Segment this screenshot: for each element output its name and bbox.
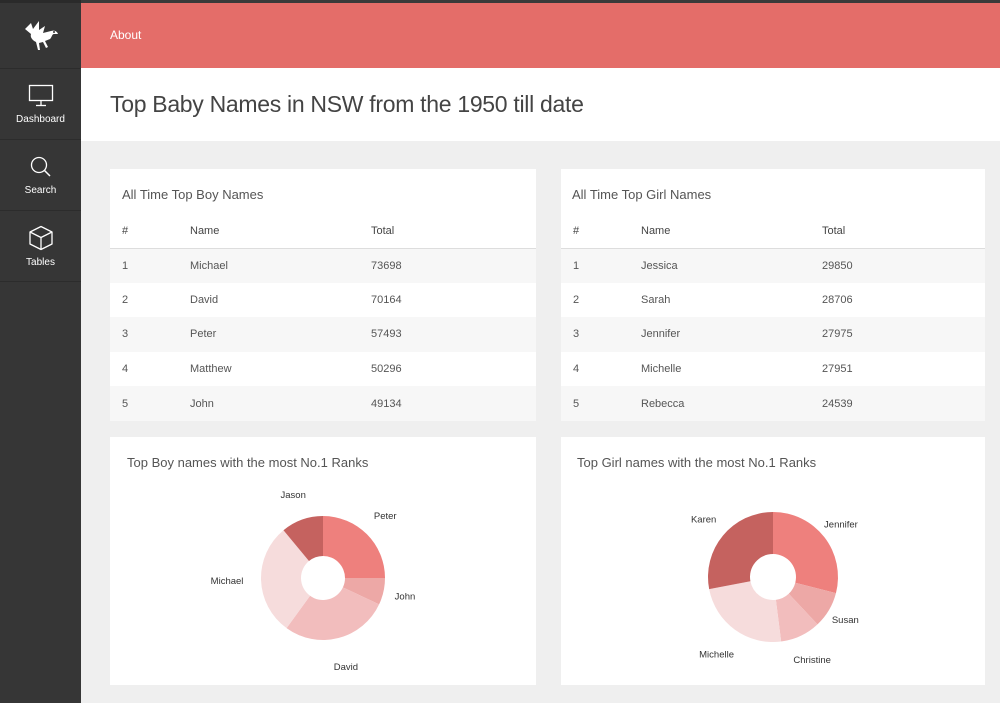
table-row[interactable]: 4 Matthew 50296 bbox=[110, 352, 536, 387]
slice-label: Jason bbox=[281, 490, 306, 501]
top-bar: About bbox=[81, 0, 1000, 68]
total-cell: 70164 bbox=[371, 293, 402, 306]
name-cell: Matthew bbox=[190, 363, 232, 376]
card-title: All Time Top Boy Names bbox=[122, 187, 264, 202]
total-cell: 57493 bbox=[371, 317, 536, 352]
pie-slice-peter[interactable] bbox=[323, 516, 385, 578]
name-cell: John bbox=[190, 386, 371, 421]
title-bar: Top Baby Names in NSW from the 1950 till… bbox=[81, 68, 1000, 141]
boy-names-card: All Time Top Boy Names # Name Total 1 Mi… bbox=[110, 169, 536, 421]
slice-label: Karen bbox=[691, 515, 716, 526]
column-header: Total bbox=[371, 214, 536, 249]
total-cell: 29850 bbox=[822, 248, 985, 283]
logo[interactable] bbox=[0, 3, 81, 69]
total-cell: 28706 bbox=[822, 293, 853, 306]
total-cell: 24539 bbox=[822, 386, 985, 421]
table-row[interactable]: 2 Sarah 28706 bbox=[561, 283, 985, 318]
slice-label: Christine bbox=[793, 655, 831, 666]
slice-label: John bbox=[395, 591, 416, 602]
about-link[interactable]: About bbox=[110, 28, 141, 42]
column-header: # bbox=[561, 214, 641, 249]
rank-cell: 3 bbox=[561, 317, 641, 352]
sidebar-item-label: Tables bbox=[26, 256, 55, 268]
boy-ranks-donut-chart: Peter John David Michael Jason bbox=[211, 490, 416, 673]
boy-names-table: # Name Total 1 Michael 73698 2 David 701… bbox=[110, 214, 536, 421]
table-header-row: # Name Total bbox=[561, 214, 985, 249]
table-row[interactable]: 3 Peter 57493 bbox=[110, 317, 536, 352]
slice-label: Peter bbox=[374, 511, 397, 522]
pie-slice-michelle[interactable] bbox=[709, 581, 782, 642]
rank-cell: 1 bbox=[561, 248, 641, 283]
table-row[interactable]: 4 Michelle 27951 bbox=[561, 352, 985, 387]
sidebar: Dashboard Search Tables bbox=[0, 0, 81, 703]
name-cell: Rebecca bbox=[641, 386, 822, 421]
rank-cell: 2 bbox=[122, 293, 129, 306]
name-cell: Michelle bbox=[641, 363, 682, 376]
rank-cell: 2 bbox=[573, 293, 580, 306]
girl-names-table: # Name Total 1 Jessica 29850 2 Sarah 287… bbox=[561, 214, 985, 421]
rank-cell: 5 bbox=[110, 386, 190, 421]
sidebar-item-label: Search bbox=[24, 184, 57, 196]
table-row[interactable]: 5 Rebecca 24539 bbox=[561, 386, 985, 421]
table-row[interactable]: 1 Jessica 29850 bbox=[561, 248, 985, 283]
table-header-row: # Name Total bbox=[110, 214, 536, 249]
column-header: # bbox=[110, 214, 190, 249]
table-row[interactable]: 3 Jennifer 27975 bbox=[561, 317, 985, 352]
rank-cell: 1 bbox=[110, 248, 190, 283]
table-row[interactable]: 2 David 70164 bbox=[110, 283, 536, 318]
table-row[interactable]: 1 Michael 73698 bbox=[110, 248, 536, 283]
sidebar-item-search[interactable]: Search bbox=[0, 140, 81, 211]
total-cell: 27975 bbox=[822, 317, 985, 352]
name-cell: Jennifer bbox=[641, 317, 822, 352]
name-cell: Peter bbox=[190, 317, 371, 352]
stork-icon bbox=[24, 20, 58, 50]
girl-ranks-chart-card: Top Girl names with the most No.1 Ranks … bbox=[561, 437, 985, 685]
monitor-icon bbox=[28, 84, 53, 106]
slice-label: David bbox=[334, 662, 358, 673]
rank-cell: 5 bbox=[561, 386, 641, 421]
pie-slice-karen[interactable] bbox=[708, 512, 773, 590]
sidebar-item-label: Dashboard bbox=[16, 113, 65, 125]
rank-cell: 4 bbox=[122, 363, 129, 376]
name-cell: David bbox=[190, 293, 219, 306]
search-icon bbox=[30, 156, 51, 177]
rank-cell: 4 bbox=[573, 363, 580, 376]
card-title: All Time Top Girl Names bbox=[572, 187, 712, 202]
total-cell: 49134 bbox=[371, 386, 536, 421]
girl-names-card: All Time Top Girl Names # Name Total 1 J… bbox=[561, 169, 985, 421]
column-header: Total bbox=[822, 214, 985, 249]
name-cell: Sarah bbox=[641, 293, 671, 306]
slice-label: Susan bbox=[832, 615, 859, 626]
total-cell: 50296 bbox=[371, 363, 402, 376]
table-row[interactable]: 5 John 49134 bbox=[110, 386, 536, 421]
name-cell: Michael bbox=[190, 248, 371, 283]
sidebar-item-dashboard[interactable]: Dashboard bbox=[0, 69, 81, 140]
sidebar-item-tables[interactable]: Tables bbox=[0, 211, 81, 282]
rank-cell: 3 bbox=[110, 317, 190, 352]
column-header: Name bbox=[641, 214, 822, 249]
boy-ranks-chart-card: Top Boy names with the most No.1 Ranks P… bbox=[110, 437, 536, 685]
slice-label: Jennifer bbox=[824, 519, 858, 530]
total-cell: 27951 bbox=[822, 363, 853, 376]
girl-ranks-donut-chart: Jennifer Susan Christine Michelle Karen bbox=[691, 512, 859, 666]
column-header: Name bbox=[190, 214, 371, 249]
total-cell: 73698 bbox=[371, 248, 536, 283]
slice-label: Michael bbox=[211, 576, 244, 587]
slice-label: Michelle bbox=[699, 650, 734, 661]
page-title: Top Baby Names in NSW from the 1950 till… bbox=[110, 91, 584, 117]
name-cell: Jessica bbox=[641, 248, 822, 283]
cube-icon bbox=[28, 225, 53, 250]
